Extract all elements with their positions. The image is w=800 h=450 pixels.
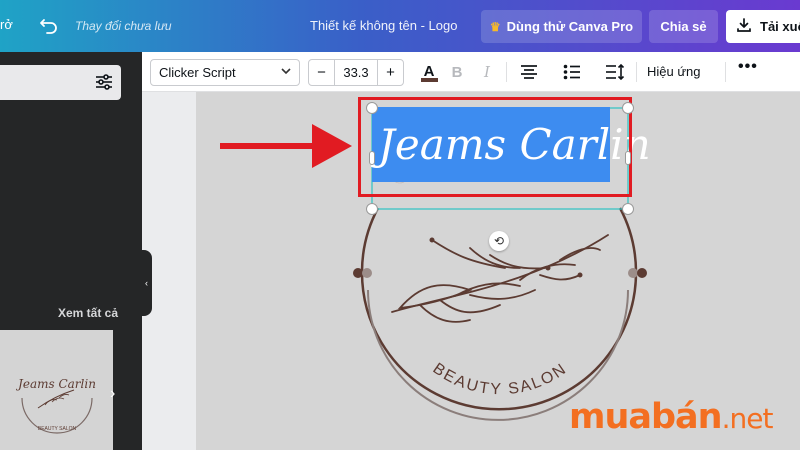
rotate-icon[interactable]: ⟲ — [489, 231, 509, 251]
resize-handle-left[interactable] — [369, 151, 375, 165]
logo-subtitle: BEAUTY SALON — [430, 360, 571, 398]
resize-handle-top-left[interactable] — [366, 102, 378, 114]
resize-handle-top-right[interactable] — [622, 102, 634, 114]
left-dot-light — [362, 268, 372, 278]
watermark-brand: muabán — [569, 397, 723, 437]
right-dot — [637, 268, 647, 278]
highlight-frame — [358, 97, 632, 197]
resize-handle-bottom-left[interactable] — [366, 203, 378, 215]
left-dot — [353, 268, 363, 278]
resize-handle-right[interactable] — [625, 151, 631, 165]
resize-handle-bottom-right[interactable] — [622, 203, 634, 215]
watermark-tld: .net — [721, 402, 774, 435]
right-dot-light — [628, 268, 638, 278]
brand-watermark: muabán.net — [569, 397, 774, 437]
red-arrow-icon — [220, 124, 352, 168]
logo-graphic[interactable]: Jeams Carlin BEAUTY SALON — [0, 0, 800, 450]
